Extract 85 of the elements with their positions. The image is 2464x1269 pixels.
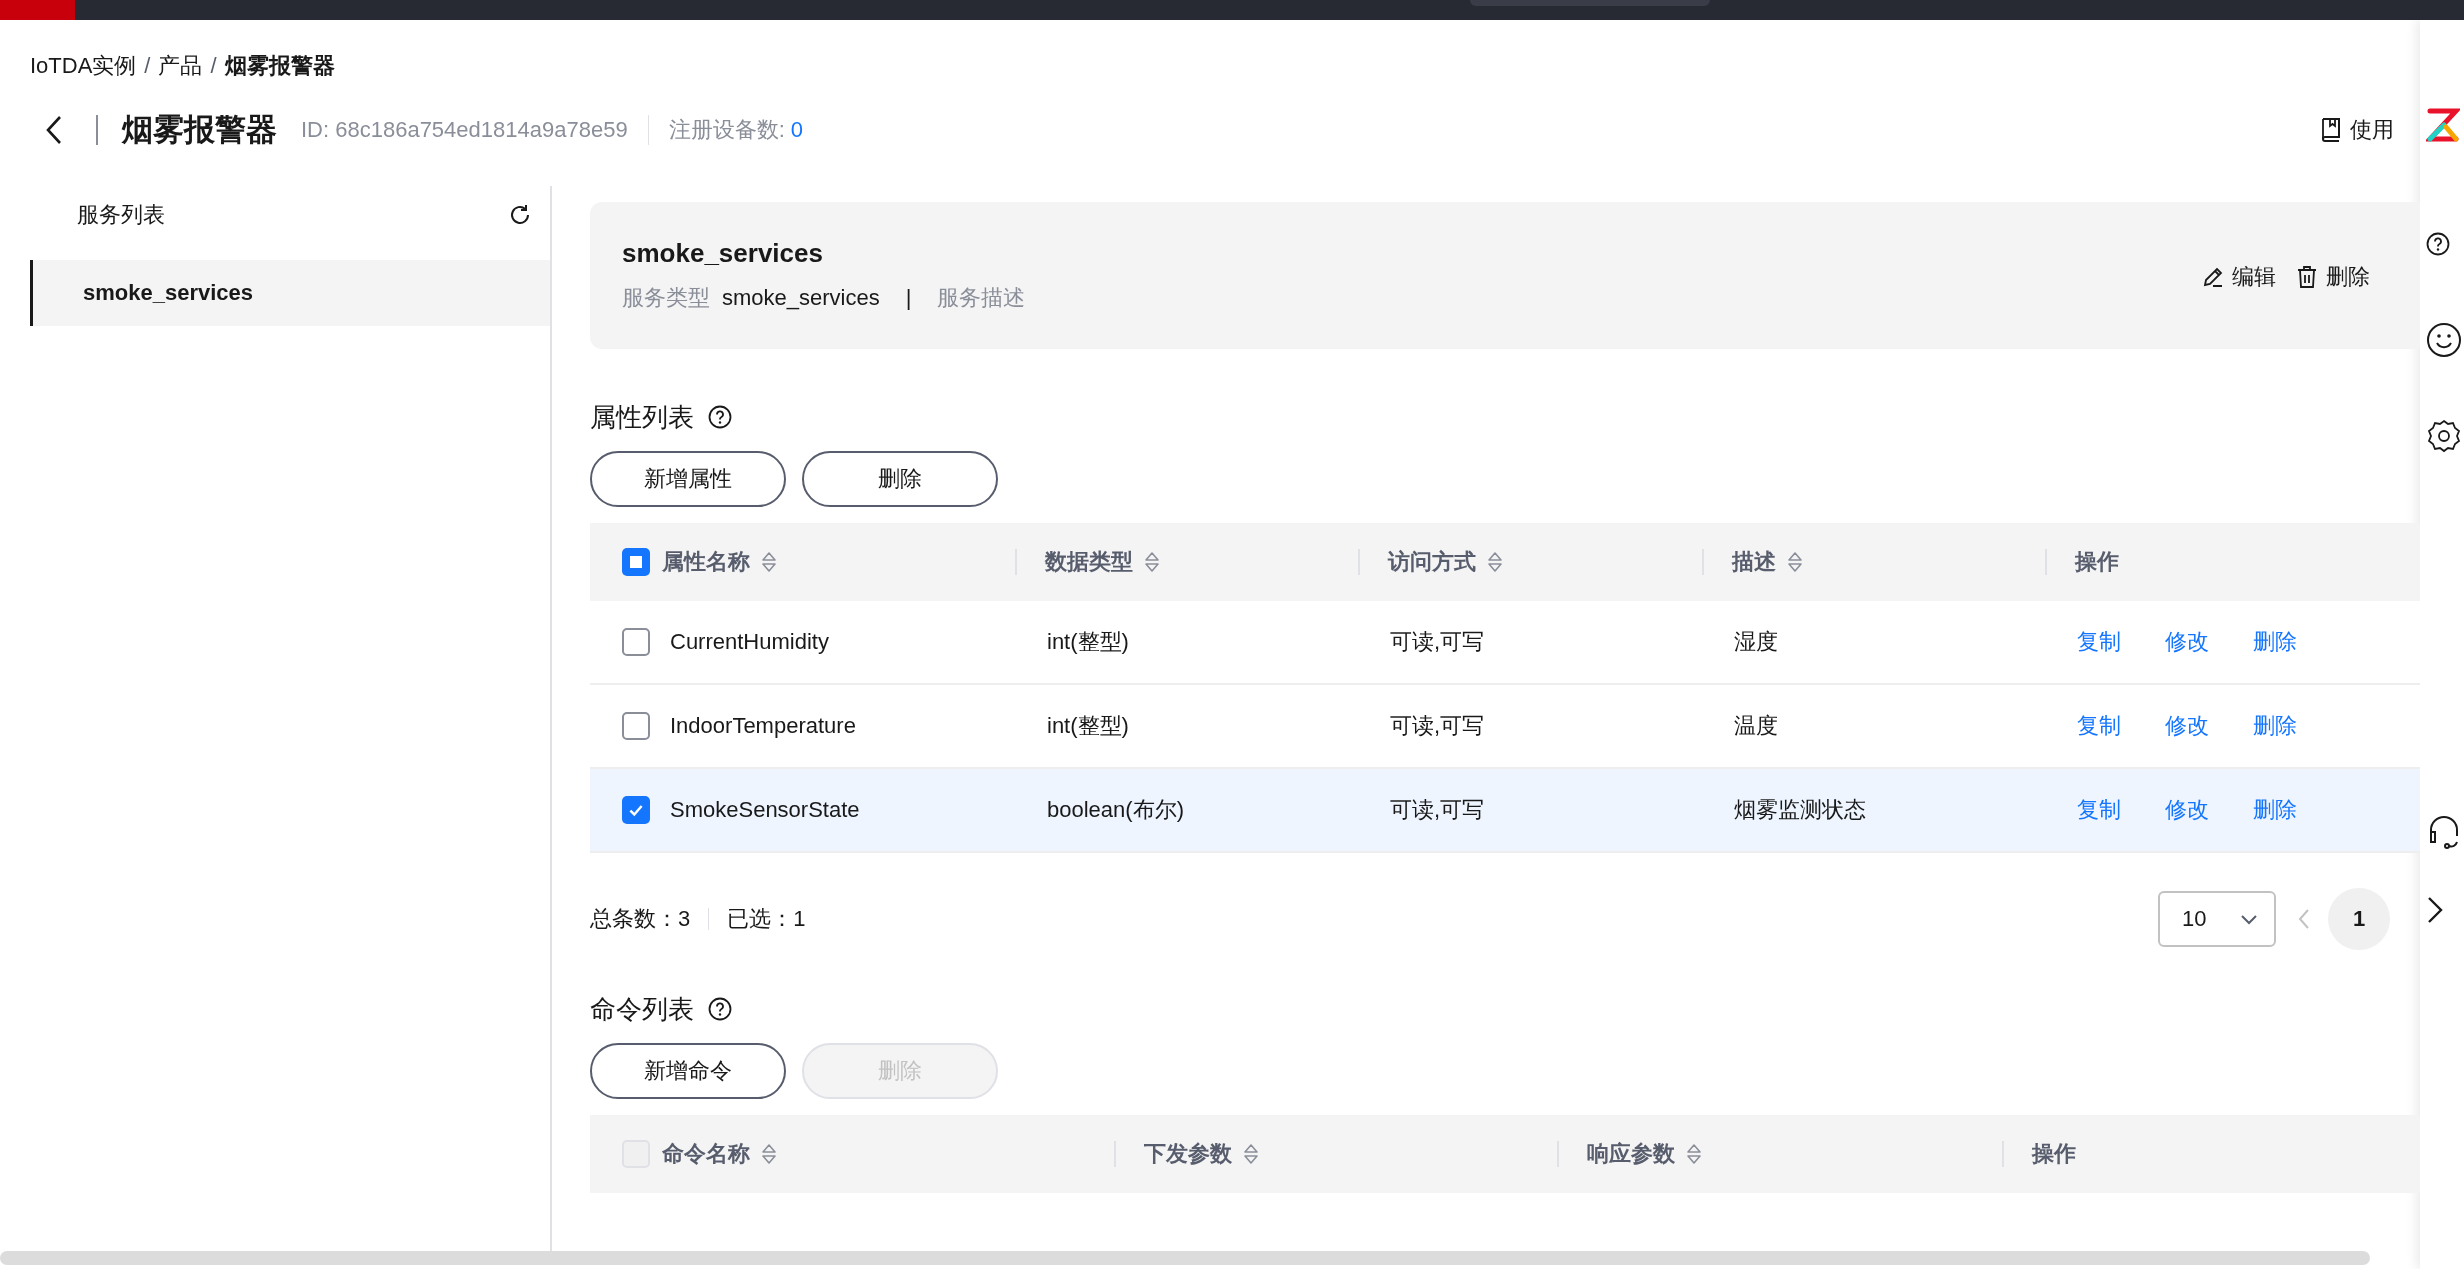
help-icon[interactable] — [708, 405, 732, 429]
column-header: 命令名称 — [662, 1140, 750, 1168]
table-cell-text: 湿度 — [1734, 628, 1778, 656]
breadcrumb-separator: / — [210, 52, 217, 80]
help-icon[interactable] — [708, 997, 732, 1021]
delete-button[interactable]: 删除 — [802, 451, 998, 507]
table-cell-text: int(整型) — [1047, 712, 1129, 740]
action-link[interactable]: 修改 — [2165, 795, 2209, 825]
column-header: 操作 — [2075, 548, 2119, 576]
checkbox[interactable] — [622, 712, 650, 740]
separator: | — [905, 285, 912, 311]
service-description-label: 服务描述 — [937, 284, 1026, 312]
table-cell-text: boolean(布尔) — [1047, 796, 1184, 824]
back-icon — [44, 114, 64, 146]
table-cell-text: 温度 — [1734, 712, 1778, 740]
service-type-label: 服务类型 — [622, 284, 710, 312]
device-count[interactable]: 0 — [790, 117, 803, 143]
action-link[interactable]: 删除 — [2253, 795, 2297, 825]
sort-icon[interactable] — [1145, 551, 1159, 573]
chevron-left-icon — [2298, 908, 2310, 930]
table-cell: IndoorTemperature — [670, 713, 856, 739]
breadcrumb-link[interactable]: 产品 — [158, 48, 203, 84]
table-cell: SmokeSensorState — [670, 797, 860, 823]
edit-button[interactable]: 编辑 — [2202, 262, 2276, 292]
checkbox[interactable] — [622, 796, 650, 824]
action-link[interactable]: 删除 — [2253, 711, 2297, 741]
action-link[interactable]: 复制 — [2077, 711, 2121, 741]
sort-icon[interactable] — [1488, 551, 1502, 573]
settings-icon[interactable] — [2426, 418, 2462, 454]
action-link[interactable]: 复制 — [2077, 627, 2121, 657]
add-property-button[interactable]: 新增属性 — [590, 451, 786, 507]
delete-button[interactable]: 删除 — [2296, 262, 2370, 292]
table-cell-text: 可读,可写 — [1390, 796, 1485, 824]
indeterminate-icon — [630, 556, 642, 568]
section-title: 属性列表 — [590, 400, 694, 434]
column-header: 数据类型 — [1045, 548, 1133, 576]
scrollbar[interactable] — [0, 1251, 2370, 1265]
table-cell: CurrentHumidity — [670, 629, 829, 655]
table-cell-text: 可读,可写 — [1390, 712, 1485, 740]
refresh-icon[interactable] — [508, 203, 532, 227]
product-id: ID: 68c186a754ed1814a9a78e59 — [301, 117, 628, 143]
column-header: 属性名称 — [662, 548, 750, 576]
logo-icon[interactable] — [2426, 107, 2460, 143]
sort-icon[interactable] — [1244, 1143, 1258, 1165]
table-cell-text: 可读,可写 — [1390, 628, 1485, 656]
page-button[interactable]: 1 — [2328, 888, 2390, 950]
table-cell-text: int(整型) — [1047, 628, 1129, 656]
breadcrumb-link[interactable]: IoTDA实例 — [30, 48, 137, 84]
page-size-select[interactable]: 10 — [2158, 891, 2276, 947]
caret-icon — [2240, 913, 2258, 925]
action-link[interactable]: 修改 — [2165, 711, 2209, 741]
sort-icon[interactable] — [1687, 1143, 1701, 1165]
service-type-value: smoke_services — [722, 285, 880, 311]
action-link[interactable]: 复制 — [2077, 795, 2121, 825]
sort-icon[interactable] — [762, 1143, 776, 1165]
trash-icon — [2296, 265, 2318, 289]
guide-link[interactable]: 使用 — [2320, 115, 2394, 145]
column-header: 描述 — [1732, 548, 1776, 576]
action-link[interactable]: 修改 — [2165, 627, 2209, 657]
breadcrumb-separator: / — [144, 52, 151, 80]
help-icon[interactable] — [2426, 232, 2450, 256]
action-link[interactable]: 删除 — [2253, 627, 2297, 657]
total-count: 总条数：3 — [590, 905, 691, 933]
add-command-button[interactable]: 新增命令 — [590, 1043, 786, 1099]
previous-page-button[interactable] — [2298, 908, 2310, 930]
expand-icon[interactable] — [2426, 895, 2444, 925]
section-title: 命令列表 — [590, 992, 694, 1026]
service-title: smoke_services — [622, 238, 824, 269]
column-header: 访问方式 — [1388, 548, 1476, 576]
feedback-icon[interactable] — [2426, 322, 2462, 358]
book-icon — [2320, 117, 2342, 143]
device-count-label: 注册设备数: — [668, 116, 785, 144]
sidebar-title: 服务列表 — [77, 201, 165, 229]
pencil-icon — [2202, 266, 2224, 288]
sort-icon[interactable] — [1788, 551, 1802, 573]
column-header: 操作 — [2032, 1140, 2076, 1168]
page-title: 烟雾报警器 — [122, 111, 277, 149]
column-header: 下发参数 — [1144, 1140, 1232, 1168]
selected-count: 已选：1 — [727, 905, 806, 933]
sidebar-item[interactable]: smoke_services — [30, 260, 550, 326]
checkbox[interactable] — [622, 548, 650, 576]
sort-icon[interactable] — [762, 551, 776, 573]
checkbox[interactable] — [622, 628, 650, 656]
column-header: 响应参数 — [1587, 1140, 1675, 1168]
table-cell-text: 烟雾监测状态 — [1734, 796, 1866, 824]
